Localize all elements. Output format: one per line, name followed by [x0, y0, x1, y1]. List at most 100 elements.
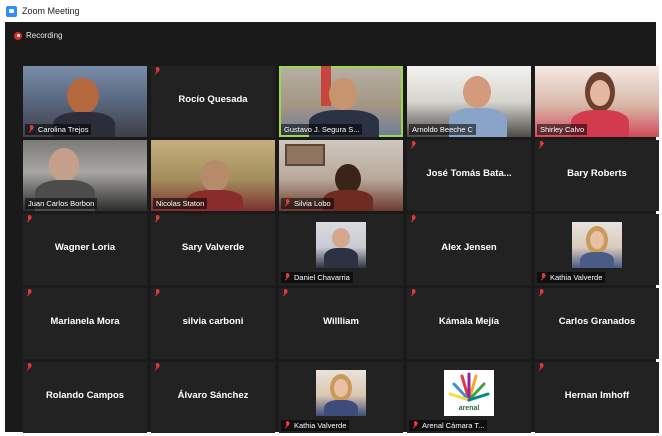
participant-tile[interactable]: Nicolas Staton	[151, 140, 275, 211]
participant-name: Rocío Quesada	[178, 94, 248, 105]
participant-tile[interactable]: Kámala Mejía	[407, 288, 531, 359]
participant-tile[interactable]: Kathia Valverde	[535, 214, 659, 285]
participant-video	[201, 160, 229, 192]
muted-mic-icon	[284, 273, 291, 282]
participant-name: Arnoldo Beeche C	[412, 125, 473, 134]
participant-tile[interactable]: Bary Roberts	[535, 140, 659, 211]
participant-tile[interactable]: Shirley Calvo	[535, 66, 659, 137]
participant-tile[interactable]: Marianela Mora	[23, 288, 147, 359]
participant-tile-active-speaker[interactable]: Gustavo J. Segura S...	[279, 66, 403, 137]
muted-mic-icon	[538, 363, 545, 372]
participant-tile[interactable]: Rolando Campos	[23, 362, 147, 433]
participant-name: José Tomás Bata...	[426, 168, 512, 179]
arenal-logo-mark-icon	[448, 372, 490, 402]
muted-mic-icon	[282, 289, 289, 298]
participant-tile[interactable]: arenal Arenal Cámara T...	[407, 362, 531, 433]
participant-label: Kathia Valverde	[281, 420, 350, 431]
muted-mic-icon	[410, 141, 417, 150]
record-icon	[14, 31, 22, 40]
participant-tile[interactable]: José Tomás Bata...	[407, 140, 531, 211]
muted-mic-icon	[410, 289, 417, 298]
participant-tile[interactable]: Alex Jensen	[407, 214, 531, 285]
logo-text: arenal	[458, 405, 480, 412]
participant-tile[interactable]: Kathia Valverde	[279, 362, 403, 433]
muted-mic-icon	[26, 215, 33, 224]
participant-tile[interactable]: silvia carboni	[151, 288, 275, 359]
window-titlebar: Zoom Meeting	[0, 0, 662, 22]
participant-name: Kámala Mejía	[438, 316, 500, 327]
participant-label: Daniel Chavarria	[281, 272, 353, 283]
participant-name: Carolina Trejos	[38, 125, 89, 134]
participant-name: Alex Jensen	[441, 242, 497, 253]
participant-tile[interactable]: Álvaro Sánchez	[151, 362, 275, 433]
participant-tile[interactable]: Willliam	[279, 288, 403, 359]
muted-mic-icon	[26, 363, 33, 372]
window-title: Zoom Meeting	[22, 6, 80, 16]
participant-video	[329, 78, 357, 110]
participant-name: silvia carboni	[182, 316, 244, 327]
profile-photo	[316, 222, 366, 268]
participant-name: Juan Carlos Borbon	[28, 199, 95, 208]
muted-mic-icon	[154, 67, 161, 76]
muted-mic-icon	[154, 289, 161, 298]
participant-name: Arenal Cámara T...	[422, 421, 485, 430]
arenal-logo: arenal	[444, 370, 494, 416]
participant-tile[interactable]: Daniel Chavarria	[279, 214, 403, 285]
participant-tile[interactable]: Carlos Granados	[535, 288, 659, 359]
participant-tile[interactable]: Hernan Imhoff	[535, 362, 659, 433]
participant-label: Shirley Calvo	[537, 124, 588, 135]
meeting-area: Recording Carolina Trejos Rocío Quesada …	[5, 22, 659, 433]
wall-frame	[285, 144, 325, 166]
muted-mic-icon	[154, 363, 161, 372]
participant-label: Carolina Trejos	[25, 124, 92, 135]
muted-mic-icon	[26, 289, 33, 298]
recording-indicator[interactable]: Recording	[14, 31, 62, 40]
participant-name: Carlos Granados	[558, 316, 636, 327]
participant-name: Gustavo J. Segura S...	[284, 125, 360, 134]
participant-name: Willliam	[323, 316, 359, 327]
participant-label: Kathia Valverde	[537, 272, 606, 283]
participant-name: Sary Valverde	[181, 242, 245, 253]
participant-name: Kathia Valverde	[294, 421, 347, 430]
muted-mic-icon	[284, 421, 291, 430]
zoom-app-icon	[6, 5, 17, 17]
participant-tile[interactable]: Carolina Trejos	[23, 66, 147, 137]
participant-name: Marianela Mora	[50, 316, 120, 327]
gallery-grid: Carolina Trejos Rocío Quesada Gustavo J.…	[23, 66, 659, 433]
participant-label: Juan Carlos Borbon	[25, 198, 98, 209]
participant-tile[interactable]: Silvia Lobo	[279, 140, 403, 211]
participant-tile[interactable]: Rocío Quesada	[151, 66, 275, 137]
participant-label: Nicolas Staton	[153, 198, 208, 209]
participant-name: Rolando Campos	[45, 390, 125, 401]
recording-label: Recording	[26, 31, 63, 40]
participant-name: Bary Roberts	[567, 168, 627, 179]
muted-mic-icon	[284, 199, 291, 208]
muted-mic-icon	[410, 215, 417, 224]
profile-photo	[572, 222, 622, 268]
participant-video	[49, 148, 79, 182]
muted-mic-icon	[538, 289, 545, 298]
participant-label: Arnoldo Beeche C	[409, 124, 476, 135]
participant-name: Nicolas Staton	[156, 199, 205, 208]
muted-mic-icon	[28, 125, 35, 134]
participant-tile[interactable]: Juan Carlos Borbon	[23, 140, 147, 211]
participant-name: Kathia Valverde	[550, 273, 603, 282]
participant-video	[67, 78, 99, 114]
participant-video	[463, 76, 491, 108]
muted-mic-icon	[412, 421, 419, 430]
participant-name: Shirley Calvo	[540, 125, 585, 134]
muted-mic-icon	[540, 273, 547, 282]
participant-name: Álvaro Sánchez	[177, 390, 249, 401]
participant-name: Silvia Lobo	[294, 199, 331, 208]
participant-tile[interactable]: Wagner Loria	[23, 214, 147, 285]
profile-photo	[316, 370, 366, 416]
muted-mic-icon	[154, 215, 161, 224]
participant-name: Hernan Imhoff	[564, 390, 630, 401]
muted-mic-icon	[538, 141, 545, 150]
participant-tile[interactable]: Sary Valverde	[151, 214, 275, 285]
participant-name: Daniel Chavarria	[294, 273, 350, 282]
participant-label: Silvia Lobo	[281, 198, 334, 209]
participant-tile[interactable]: Arnoldo Beeche C	[407, 66, 531, 137]
participant-label: Gustavo J. Segura S...	[281, 124, 363, 135]
participant-label: Arenal Cámara T...	[409, 420, 488, 431]
